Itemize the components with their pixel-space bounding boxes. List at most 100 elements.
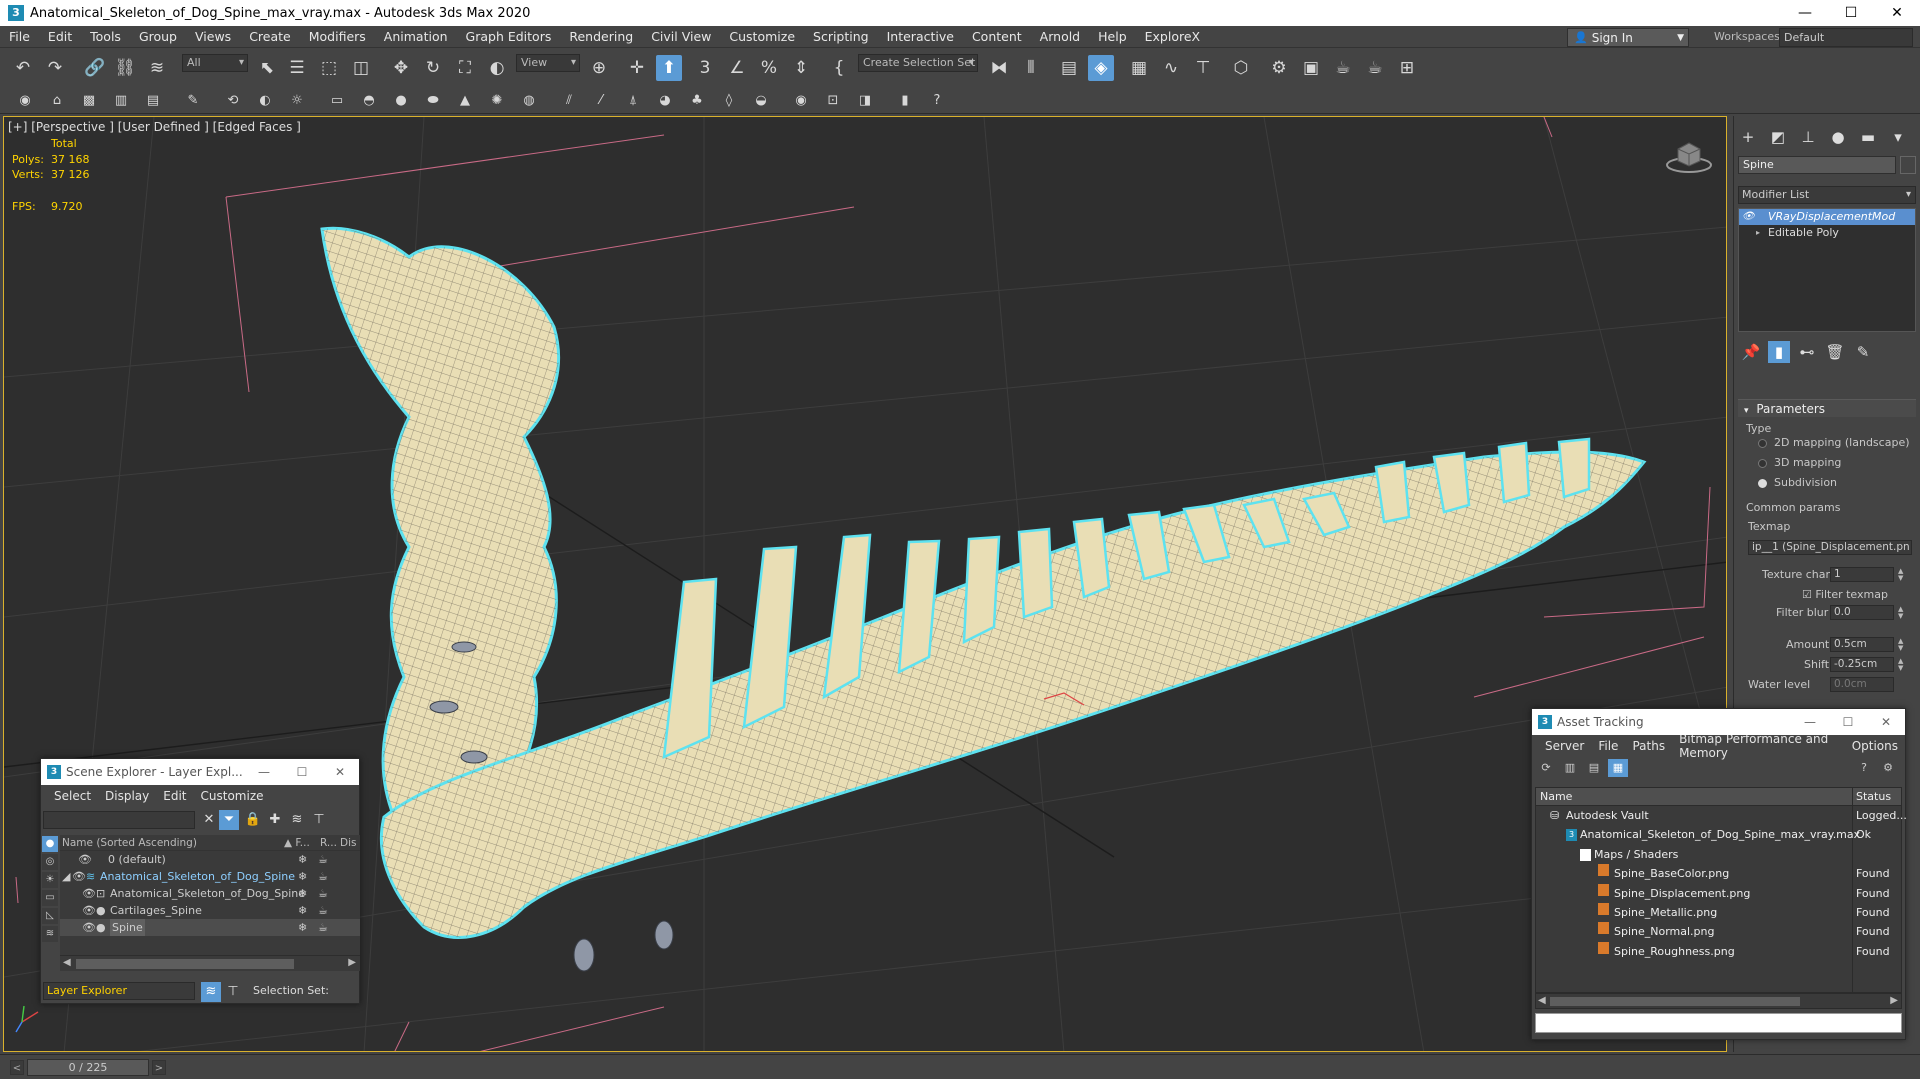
material-editor-icon[interactable]: ⬡ — [1228, 55, 1254, 81]
filter-texmap-checkbox[interactable]: ☑ Filter texmap — [1802, 588, 1888, 601]
object-color-swatch[interactable] — [1900, 156, 1916, 174]
snaps-toggle-icon[interactable]: 3 — [692, 55, 718, 81]
at-menu-bitmap[interactable]: Bitmap Performance and Memory — [1672, 732, 1845, 760]
render-teapot-icon[interactable]: ☕ — [318, 885, 328, 902]
angle-snap-icon[interactable]: ∠ — [724, 55, 750, 81]
list-view-icon[interactable]: ▥ — [1560, 759, 1580, 777]
name-column-header[interactable]: Name — [1540, 788, 1572, 806]
vray-physical-camera-icon[interactable]: ⊡ — [822, 90, 844, 112]
texmap-button[interactable]: ip__1 (Spine_Displacement.pn — [1748, 540, 1912, 555]
display-helpers-icon[interactable]: ◺ — [42, 908, 58, 924]
display-column-header[interactable]: Dis — [340, 835, 356, 851]
vray-mesh-export-icon[interactable]: ◊ — [718, 90, 740, 112]
display-spacewarps-icon[interactable]: ≋ — [42, 926, 58, 942]
close-button[interactable]: ✕ — [1874, 0, 1920, 26]
search-input[interactable] — [43, 811, 195, 829]
create-selection-set-dropdown[interactable]: Create Selection Set — [858, 54, 978, 72]
list-item[interactable]: 👁 ● Spine ❄ ☕ — [60, 919, 360, 936]
vray-debug-icon[interactable]: ◨ — [854, 90, 876, 112]
freeze-icon[interactable]: ❄ — [298, 902, 307, 919]
at-menu-options[interactable]: Options — [1845, 739, 1905, 753]
workspace-select[interactable]: Default — [1779, 28, 1913, 47]
vray-toolbar-icon[interactable]: ◉ — [14, 90, 36, 112]
sign-in-dropdown[interactable]: 👤 Sign In ▼ — [1567, 28, 1689, 47]
menu-tools[interactable]: Tools — [81, 26, 130, 48]
vray-info-icon[interactable]: ▮ — [894, 90, 916, 112]
eye-icon[interactable]: 👁 — [1742, 209, 1756, 225]
mirror-icon[interactable]: ⧓ — [986, 55, 1012, 81]
shift-input[interactable]: -0.25cm — [1830, 657, 1894, 672]
table-row[interactable]: Spine_Roughness.png Found — [1536, 941, 1901, 961]
move-icon[interactable]: ✥ — [388, 55, 414, 81]
eye-icon[interactable]: 👁 — [82, 902, 96, 919]
menu-graph-editors[interactable]: Graph Editors — [457, 26, 561, 48]
close-button[interactable]: ✕ — [321, 759, 359, 785]
maximize-button[interactable]: ☐ — [283, 759, 321, 785]
eye-icon[interactable]: 👁 — [82, 919, 96, 936]
menu-file[interactable]: File — [0, 26, 39, 48]
settings-icon[interactable]: ⚙ — [1878, 759, 1898, 777]
menu-scripting[interactable]: Scripting — [804, 26, 878, 48]
eye-icon[interactable]: 👁 — [72, 868, 86, 885]
scroll-left-icon[interactable]: ◀ — [1538, 995, 1546, 1006]
menu-views[interactable]: Views — [186, 26, 240, 48]
minimize-button[interactable]: — — [245, 759, 283, 785]
menu-create[interactable]: Create — [240, 26, 300, 48]
name-column-header[interactable]: Name (Sorted Ascending) — [62, 835, 197, 851]
render-column-header[interactable]: R... — [320, 835, 337, 851]
vray-clipper-icon[interactable]: ⍋ — [622, 90, 644, 112]
eye-icon[interactable]: 👁 — [78, 851, 92, 868]
list-item[interactable]: 👁 0 (default) ❄ ☕ — [60, 851, 360, 868]
maximize-button[interactable]: ☐ — [1829, 709, 1867, 735]
ribbon-icon[interactable]: ▦ — [1126, 55, 1152, 81]
at-menu-file[interactable]: File — [1591, 739, 1625, 753]
viewcube-icon[interactable] — [1664, 135, 1714, 175]
tree-view-icon[interactable]: ▤ — [1584, 759, 1604, 777]
vray-sunlight-icon[interactable]: ✺ — [486, 90, 508, 112]
vray-ies-icon[interactable]: ☼ — [286, 90, 308, 112]
lock-icon[interactable]: 🔒 — [243, 810, 263, 830]
help-icon[interactable]: ? — [1854, 759, 1874, 777]
previous-frame-icon[interactable]: < — [10, 1060, 24, 1075]
hierarchy-icon[interactable]: ⊤ — [309, 810, 329, 830]
show-end-result-icon[interactable]: ▮ — [1768, 341, 1790, 363]
water-level-input[interactable]: 0.0cm — [1830, 677, 1894, 692]
display-cameras-icon[interactable]: ▭ — [42, 890, 58, 906]
vray-sun-icon[interactable]: ⟲ — [222, 90, 244, 112]
shift-spinner[interactable]: ▲ ▼ — [1898, 658, 1903, 672]
select-object-icon[interactable]: ⬉ — [254, 55, 280, 81]
layer-explorer-dropdown[interactable]: Layer Explorer — [43, 982, 195, 1000]
vray-proxy-icon[interactable]: ⬬ — [422, 90, 444, 112]
time-slider[interactable]: 0 / 225 — [27, 1059, 149, 1076]
filter-blur-input[interactable]: 0.0 — [1830, 605, 1894, 620]
freeze-icon[interactable]: ❄ — [298, 868, 307, 885]
window-crossing-icon[interactable]: ◫ — [348, 55, 374, 81]
menu-arnold[interactable]: Arnold — [1031, 26, 1089, 48]
layer-explorer-icon[interactable]: ≋ — [201, 982, 221, 1002]
radio-2d-mapping[interactable] — [1758, 439, 1767, 448]
amount-spinner[interactable]: ▲ ▼ — [1898, 638, 1903, 652]
at-menu-paths[interactable]: Paths — [1625, 739, 1672, 753]
spinner-snap-icon[interactable]: ⇕ — [788, 55, 814, 81]
horizontal-scrollbar[interactable]: ◀ ▶ — [1535, 993, 1902, 1009]
select-manipulate-icon[interactable]: ✛ — [624, 55, 650, 81]
refresh-icon[interactable]: ⟳ — [1536, 759, 1556, 777]
clear-search-icon[interactable]: ✕ — [199, 810, 219, 830]
toggle-scene-explorer-icon[interactable]: ▤ — [1056, 55, 1082, 81]
utilities-tab-icon[interactable]: ▾ — [1886, 126, 1910, 148]
render-teapot-icon[interactable]: ☕ — [318, 919, 328, 936]
edit-named-selection-icon[interactable]: { — [826, 55, 852, 81]
place-icon[interactable]: ◐ — [484, 55, 510, 81]
display-geometry-icon[interactable]: ● — [42, 836, 58, 852]
render-teapot-icon[interactable]: ☕ — [318, 851, 328, 868]
vray-ball-icon[interactable]: ● — [390, 90, 412, 112]
eye-icon[interactable]: 👁 — [82, 885, 96, 902]
radio-3d-mapping[interactable] — [1758, 459, 1767, 468]
pin-stack-icon[interactable]: 📌 — [1740, 341, 1762, 363]
minimize-button[interactable]: — — [1791, 709, 1829, 735]
menu-customize[interactable]: Customize — [720, 26, 804, 48]
vray-frame-buffer-icon[interactable]: ⌂ — [46, 90, 68, 112]
modify-tab-icon[interactable]: ◩ — [1766, 126, 1790, 148]
unlink-icon[interactable]: ⛓ — [112, 55, 138, 81]
se-menu-edit[interactable]: Edit — [156, 789, 193, 803]
